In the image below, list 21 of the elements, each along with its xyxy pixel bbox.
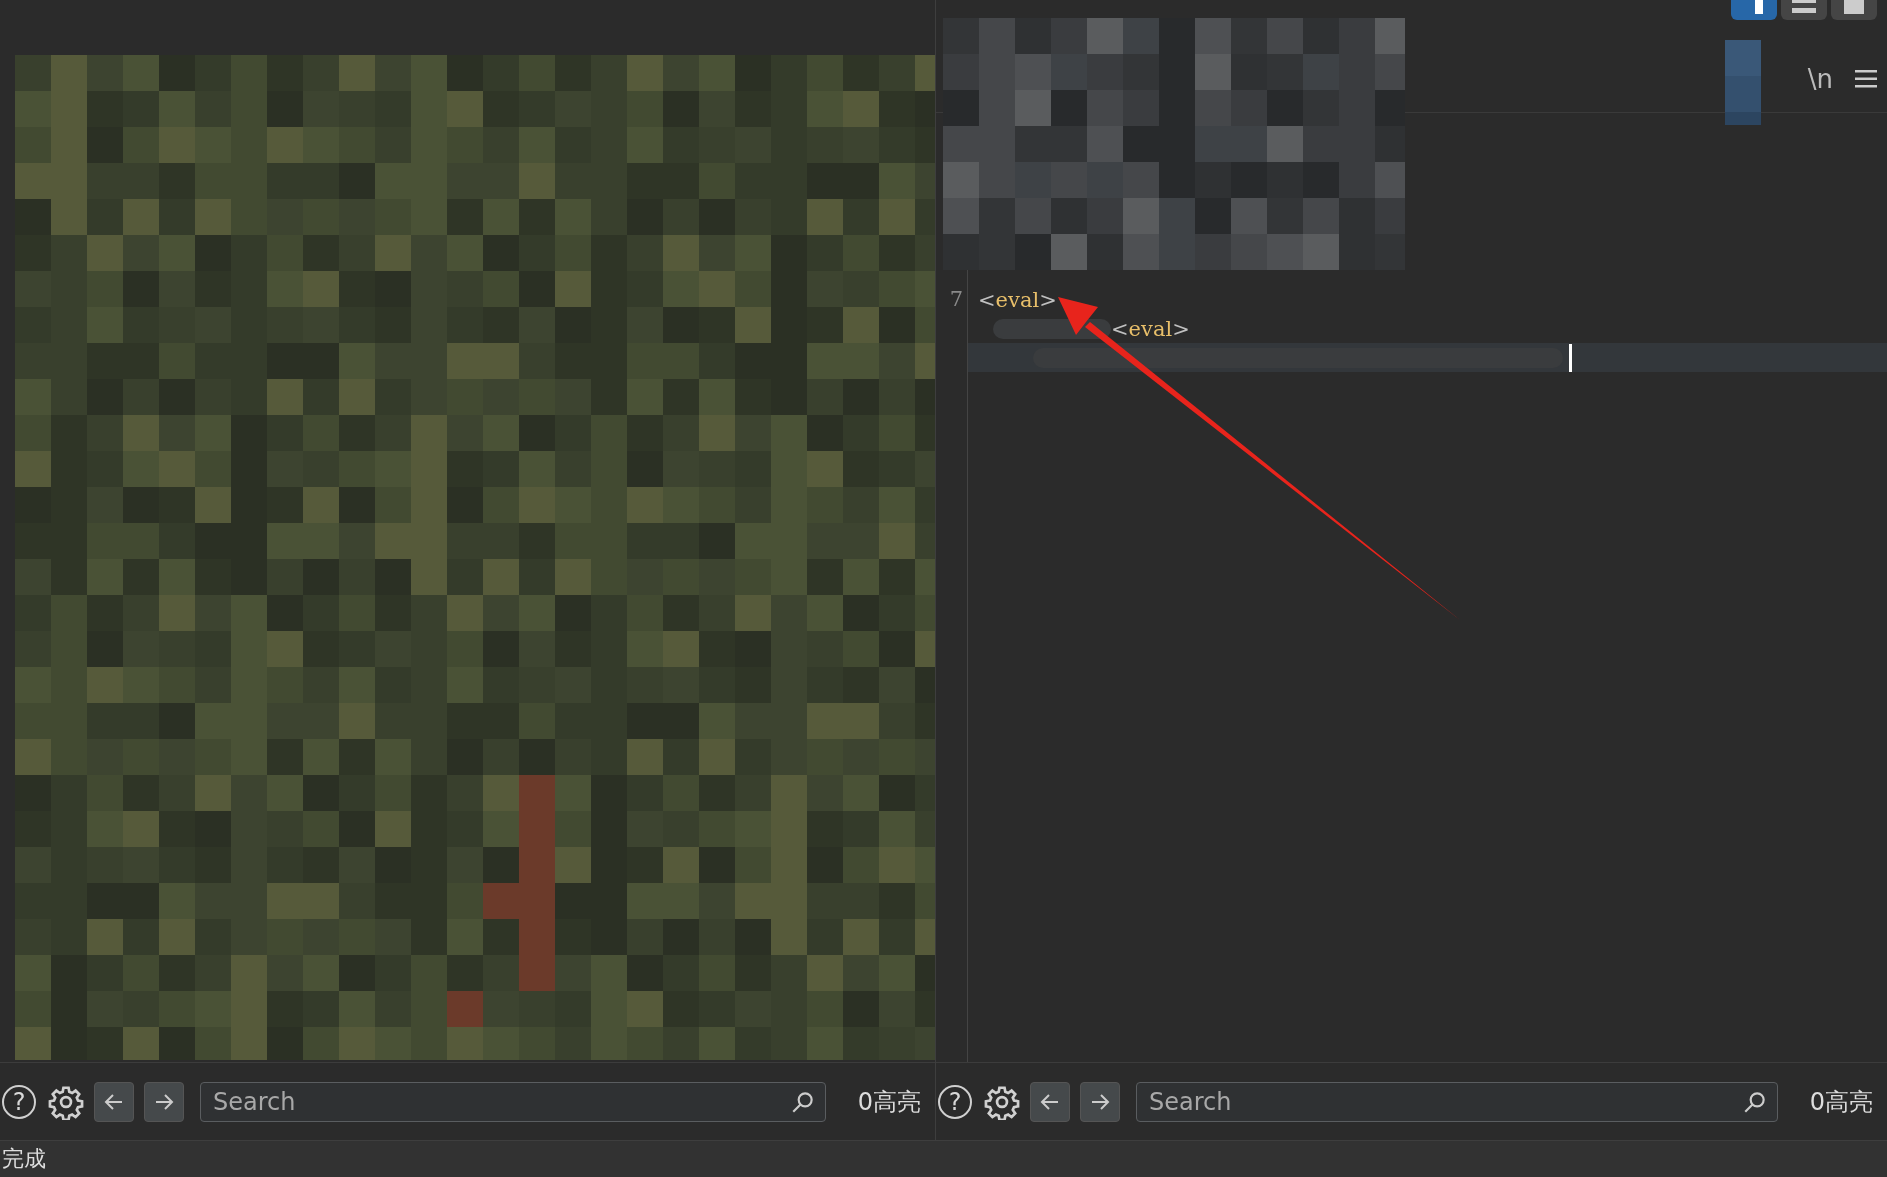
help-icon[interactable]: ?	[2, 1084, 36, 1119]
status-text: 完成	[1, 1145, 46, 1173]
list-icon	[1792, 0, 1816, 14]
newline-button[interactable]: \n	[1807, 64, 1833, 94]
panel-icon	[1755, 0, 1763, 14]
help-icon[interactable]: ?	[938, 1084, 972, 1119]
square-icon	[1844, 0, 1864, 14]
back-button[interactable]	[94, 1081, 134, 1122]
code-text: <eval>	[1111, 316, 1190, 341]
forward-button[interactable]	[144, 1081, 184, 1122]
back-button[interactable]	[1030, 1081, 1070, 1122]
highlight-count: 0高亮	[857, 1086, 921, 1118]
settings-icon[interactable]	[48, 1083, 84, 1120]
search-field[interactable]: Search	[200, 1081, 826, 1122]
forward-button[interactable]	[1080, 1081, 1120, 1122]
menu-icon[interactable]	[1855, 70, 1877, 88]
search-field[interactable]: Search	[1136, 1081, 1778, 1122]
settings-icon[interactable]	[984, 1083, 1020, 1120]
code-text: <eval>	[978, 287, 1057, 312]
highlight-count: 0高亮	[1809, 1086, 1873, 1118]
line-number: 7	[948, 286, 964, 313]
